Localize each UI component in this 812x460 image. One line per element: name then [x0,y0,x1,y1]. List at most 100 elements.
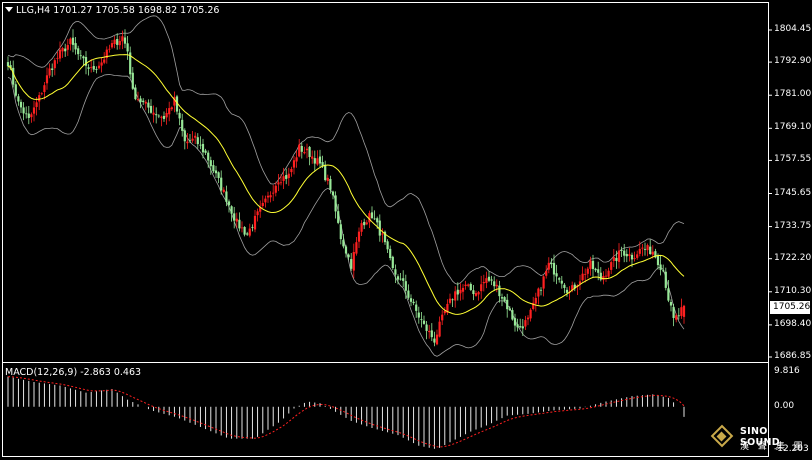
candle-body [326,177,329,181]
candle [402,270,405,287]
candle [92,60,95,72]
candle-body [355,242,358,254]
candle [155,107,158,124]
candle [311,150,314,164]
candle [464,280,467,290]
candle-body [477,292,480,295]
candle-body [149,105,153,113]
candle-body [529,309,532,319]
candle [350,253,353,272]
candle [516,318,519,332]
candle-body [79,55,82,57]
candle-body [204,150,207,153]
candle [454,286,457,308]
candle-body [451,299,454,301]
candle-body [659,264,662,270]
candle [147,99,150,114]
candle-body [448,298,452,303]
candle-body [656,255,660,266]
high-value: 1705.58 [95,5,135,16]
candle [313,150,316,172]
candle-body [45,75,49,84]
price-chart[interactable] [0,0,812,460]
candle-body [64,48,67,52]
candle [207,150,210,168]
candle-body [638,248,641,254]
candle-body [277,182,280,185]
candle [623,243,626,263]
candle-body [347,254,350,258]
candle-body [521,326,524,329]
candle [633,251,636,262]
candle [607,267,610,279]
candle-body [612,257,615,262]
candle-body [591,260,595,269]
bollinger-lower-band [7,74,685,357]
candle [139,95,142,109]
candle-body [196,137,199,145]
candle [292,155,296,175]
logo-chinese-text: 漢 聲 集 團 [740,442,806,452]
candle [134,84,137,101]
candle-body [399,278,402,280]
candle [547,257,550,274]
candle [456,282,459,301]
candle-body [490,279,493,281]
candle-body [282,176,285,181]
candle-body [285,175,288,179]
candle-body [194,135,197,138]
candle-body [480,284,483,292]
candle-body [103,59,106,63]
candle-body [495,284,498,287]
candle-body [136,99,140,100]
candle [212,160,215,174]
candle-body [298,144,301,157]
candle [602,271,605,285]
candle-body [230,206,233,214]
candle [617,243,621,269]
candle [58,41,62,62]
candle-body [316,158,319,165]
candle-body [238,219,241,229]
candle-body [680,307,683,316]
candle-body [542,276,545,289]
candle [448,293,452,305]
candle-body [17,96,20,102]
chart-header: LLG,H4 1701.27 1705.58 1698.82 1705.26 [5,5,219,16]
candle [581,266,584,282]
dropdown-triangle-icon[interactable] [5,7,13,12]
candle-body [272,192,275,194]
candle-body [620,250,623,251]
candle-body [53,60,56,69]
candle-body [474,293,478,296]
candle-body [443,310,446,314]
current-price-label: 1705.26 [770,301,810,314]
candle [178,108,181,126]
candle [472,284,475,301]
candle-body [607,270,610,277]
candle-body [563,284,566,288]
candle [373,210,376,221]
candle-body [435,334,439,345]
candle-body [402,278,405,281]
price-axis-label: 1804.45 [774,24,812,34]
candle-body [404,281,407,291]
candle [643,242,647,256]
candle-body [386,241,389,250]
candle-body [597,269,600,273]
candle [149,99,153,114]
candle-body [157,115,160,117]
candle [199,136,202,150]
candle-body [227,201,231,206]
chart-area[interactable]: LLG,H4 1701.27 1705.58 1698.82 1705.26 M… [0,0,812,460]
candle [188,133,192,144]
candle-body [454,291,457,301]
candle-body [373,218,376,220]
candle-body [201,143,205,153]
candle [45,67,49,90]
price-axis-label: 1757.55 [774,154,812,165]
candle-body [100,62,103,66]
candle-body [123,37,127,44]
candle-body [615,257,618,261]
candle [222,187,225,194]
